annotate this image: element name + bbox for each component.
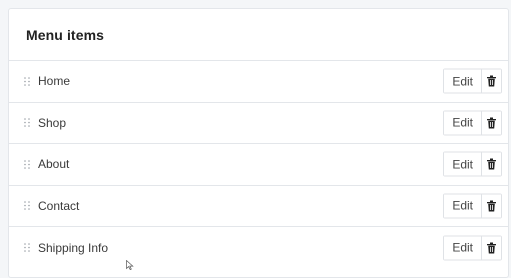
menu-item-label: Home [38, 74, 71, 89]
item-actions: Edit [443, 151, 502, 177]
edit-button[interactable]: Edit [444, 69, 482, 93]
trash-icon [487, 242, 496, 254]
menu-item-label: Contact [38, 198, 80, 213]
list-item[interactable]: Contact Edit [9, 186, 508, 227]
menu-items-card: Menu items Home Edit Shop Edit About Edi… [8, 8, 509, 278]
item-actions: Edit [443, 110, 502, 136]
edit-button[interactable]: Edit [444, 111, 482, 135]
edit-button[interactable]: Edit [444, 194, 482, 218]
card-title: Menu items [26, 26, 105, 43]
edit-button[interactable]: Edit [444, 236, 482, 260]
trash-icon [487, 75, 496, 87]
edit-button[interactable]: Edit [444, 152, 482, 176]
card-header: Menu items [9, 9, 508, 61]
drag-handle-icon[interactable] [24, 118, 30, 128]
menu-item-label: About [38, 157, 70, 172]
menu-item-label: Shop [38, 115, 67, 130]
delete-button[interactable] [482, 236, 501, 260]
delete-button[interactable] [482, 194, 501, 218]
trash-icon [487, 158, 496, 170]
item-actions: Edit [443, 193, 502, 219]
list-item[interactable]: Shipping Info Edit [9, 227, 508, 269]
list-item[interactable]: About Edit [9, 144, 508, 186]
list-item[interactable]: Home Edit [9, 61, 508, 103]
item-actions: Edit [443, 235, 502, 261]
menu-item-label: Shipping Info [38, 240, 109, 255]
delete-button[interactable] [482, 111, 501, 135]
delete-button[interactable] [482, 69, 501, 93]
drag-handle-icon[interactable] [24, 76, 30, 86]
drag-handle-icon[interactable] [24, 201, 30, 211]
trash-icon [487, 200, 496, 212]
drag-handle-icon[interactable] [24, 159, 30, 169]
drag-handle-icon[interactable] [24, 243, 30, 253]
trash-icon [487, 117, 496, 129]
list-item[interactable]: Shop Edit [9, 103, 508, 144]
menu-items-list: Home Edit Shop Edit About Edit Contact E… [9, 61, 508, 269]
item-actions: Edit [443, 68, 502, 94]
delete-button[interactable] [482, 152, 501, 176]
